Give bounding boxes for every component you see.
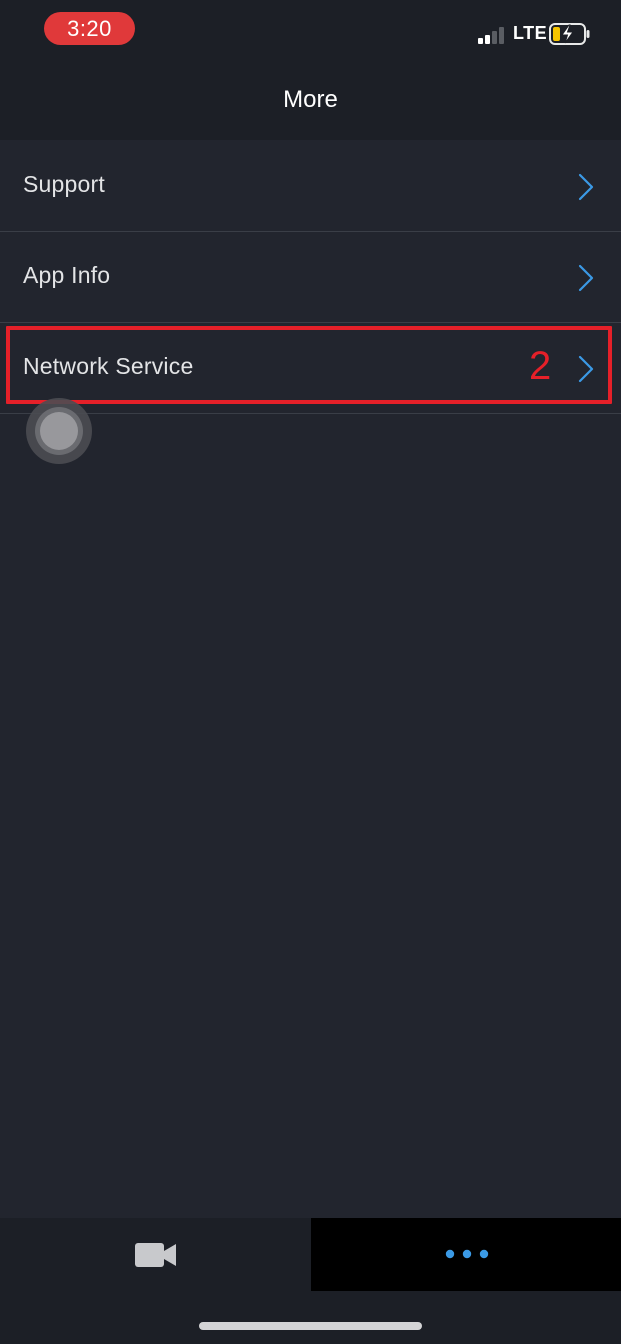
page-title: More	[283, 86, 338, 113]
menu-item-network-service[interactable]: Network Service	[0, 323, 621, 414]
menu-item-support[interactable]: Support	[0, 141, 621, 232]
tab-more[interactable]	[311, 1218, 621, 1291]
tab-camera[interactable]	[0, 1218, 311, 1291]
tab-bar	[0, 1218, 621, 1344]
annotation-step-number: 2	[529, 344, 552, 388]
home-indicator[interactable]	[199, 1322, 422, 1330]
menu-item-app-info[interactable]: App Info	[0, 232, 621, 323]
video-camera-icon	[135, 1243, 176, 1267]
assistive-touch-button[interactable]	[26, 398, 92, 464]
menu-item-label: App Info	[23, 262, 111, 288]
status-time: 3:20	[44, 12, 135, 45]
cellular-signal-icon	[478, 26, 508, 44]
menu-item-label: Support	[23, 171, 105, 197]
chevron-right-icon	[578, 355, 594, 383]
chevron-right-icon	[578, 173, 594, 201]
settings-menu: Support App Info Network Service	[0, 141, 621, 414]
more-screen: 3:20 LTE More Support App Info Network S…	[0, 0, 621, 1344]
header: 3:20 LTE More	[0, 0, 621, 140]
menu-item-label: Network Service	[23, 353, 194, 379]
more-dots-icon	[445, 1249, 489, 1259]
chevron-right-icon	[578, 264, 594, 292]
battery-charging-icon	[549, 23, 590, 45]
network-type: LTE	[513, 23, 548, 43]
